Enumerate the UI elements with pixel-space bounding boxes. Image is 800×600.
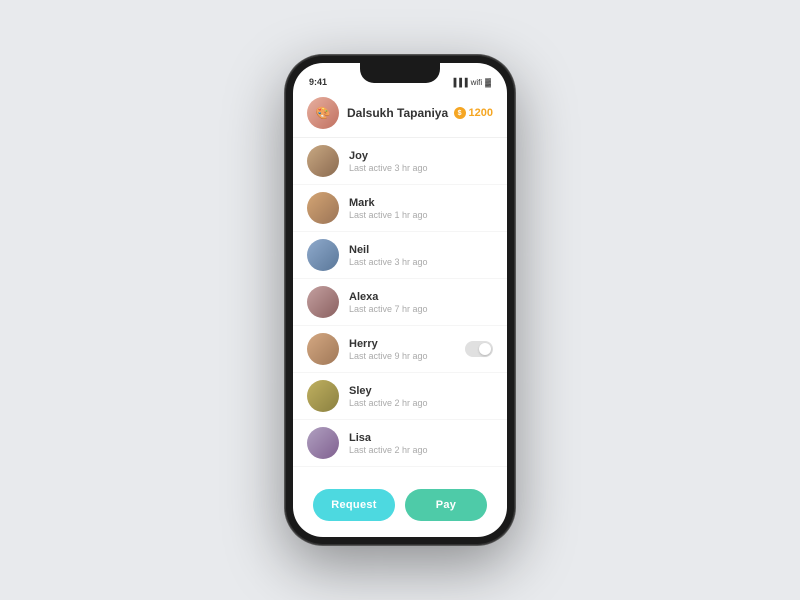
coin-amount: 1200 [469, 107, 493, 119]
contact-status: Last active 9 hr ago [349, 351, 465, 361]
coin-badge: $ 1200 [454, 107, 493, 119]
contact-avatar [307, 239, 339, 271]
header-username: Dalsukh Tapaniya [347, 106, 454, 120]
contact-status: Last active 2 hr ago [349, 445, 493, 455]
request-button[interactable]: Request [313, 489, 395, 521]
contact-status: Last active 7 hr ago [349, 304, 493, 314]
contact-item[interactable]: NeilLast active 3 hr ago [293, 232, 507, 279]
wifi-icon: wifi [471, 78, 483, 87]
phone-frame: 9:41 ▐▐▐ wifi ▓ 🎨 Dalsukh Tapaniya $ 120… [285, 55, 515, 545]
contact-name: Alexa [349, 291, 493, 303]
pay-button[interactable]: Pay [405, 489, 487, 521]
contact-name: Neil [349, 244, 493, 256]
contact-avatar [307, 145, 339, 177]
coin-icon: $ [454, 107, 466, 119]
contact-item[interactable]: LisaLast active 2 hr ago [293, 420, 507, 467]
contact-avatar [307, 286, 339, 318]
contact-info: AlexaLast active 7 hr ago [349, 291, 493, 314]
status-icons: ▐▐▐ wifi ▓ [451, 78, 491, 87]
header-avatar: 🎨 [307, 97, 339, 129]
contact-name: Mark [349, 197, 493, 209]
contact-info: HerryLast active 9 hr ago [349, 338, 465, 361]
contact-toggle[interactable] [465, 341, 493, 357]
contact-item[interactable]: MarkLast active 1 hr ago [293, 185, 507, 232]
contact-item[interactable]: SleyLast active 2 hr ago [293, 373, 507, 420]
notch [360, 63, 440, 83]
contact-info: LisaLast active 2 hr ago [349, 432, 493, 455]
signal-icon: ▐▐▐ [451, 78, 468, 87]
contact-item[interactable]: JoyLast active 3 hr ago [293, 138, 507, 185]
contact-avatar [307, 192, 339, 224]
contact-status: Last active 1 hr ago [349, 210, 493, 220]
contact-item[interactable]: HerryLast active 9 hr ago [293, 326, 507, 373]
phone-screen: 9:41 ▐▐▐ wifi ▓ 🎨 Dalsukh Tapaniya $ 120… [293, 63, 507, 537]
contact-info: MarkLast active 1 hr ago [349, 197, 493, 220]
contact-name: Lisa [349, 432, 493, 444]
battery-icon: ▓ [485, 78, 491, 87]
contact-status: Last active 3 hr ago [349, 257, 493, 267]
contact-name: Herry [349, 338, 465, 350]
status-time: 9:41 [309, 77, 327, 87]
contact-info: SleyLast active 2 hr ago [349, 385, 493, 408]
contact-info: JoyLast active 3 hr ago [349, 150, 493, 173]
contact-avatar [307, 333, 339, 365]
profile-header: 🎨 Dalsukh Tapaniya $ 1200 [293, 89, 507, 138]
contact-name: Sley [349, 385, 493, 397]
contact-name: Joy [349, 150, 493, 162]
contact-list: JoyLast active 3 hr agoMarkLast active 1… [293, 138, 507, 479]
contact-status: Last active 3 hr ago [349, 163, 493, 173]
action-buttons: Request Pay [293, 479, 507, 537]
contact-avatar [307, 427, 339, 459]
contact-info: NeilLast active 3 hr ago [349, 244, 493, 267]
contact-avatar [307, 380, 339, 412]
contact-item[interactable]: AlexaLast active 7 hr ago [293, 279, 507, 326]
contact-status: Last active 2 hr ago [349, 398, 493, 408]
